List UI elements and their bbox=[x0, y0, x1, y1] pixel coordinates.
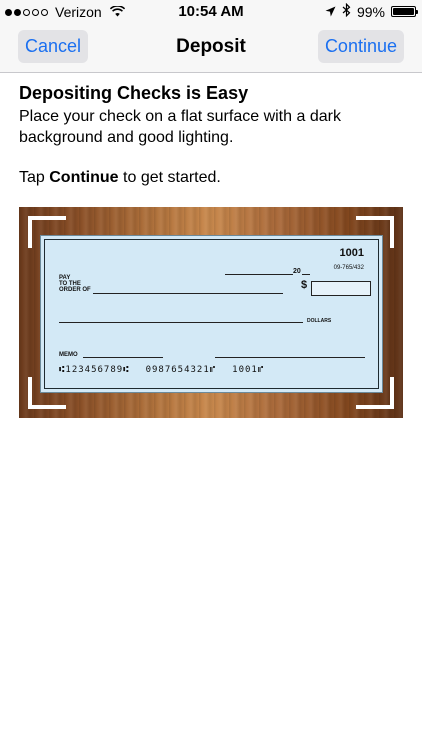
bluetooth-icon bbox=[342, 2, 351, 20]
check-illustration: 1001 09-765/432 20 PAY TO THE ORDER OF $… bbox=[19, 207, 403, 418]
instructions-section: Depositing Checks is Easy Place your che… bbox=[19, 82, 404, 188]
amount-words-line bbox=[59, 322, 303, 323]
micr-check-number: 1001⑈ bbox=[232, 365, 265, 375]
battery-icon bbox=[391, 6, 418, 17]
date-year-line bbox=[302, 274, 310, 275]
memo-line bbox=[83, 357, 163, 358]
pay-to-line: ORDER OF bbox=[59, 287, 91, 293]
date-line bbox=[225, 274, 293, 275]
dollar-sign: $ bbox=[301, 279, 308, 291]
pay-to-label: PAY TO THE ORDER OF bbox=[59, 275, 91, 293]
dollars-label: DOLLARS bbox=[307, 318, 332, 324]
check-routing-fraction: 09-765/432 bbox=[333, 265, 364, 271]
memo-label: MEMO bbox=[59, 352, 78, 358]
amount-box bbox=[311, 281, 371, 296]
tap-bold-continue: Continue bbox=[49, 169, 119, 186]
continue-button[interactable]: Continue bbox=[317, 30, 404, 63]
micr-routing: ⑆123456789⑆ bbox=[59, 365, 130, 375]
section-heading: Depositing Checks is Easy bbox=[19, 83, 249, 103]
micr-account: 0987654321⑈ bbox=[145, 365, 217, 375]
battery-percent: 99% bbox=[356, 3, 385, 20]
status-right: 99% bbox=[325, 2, 418, 20]
signature-line bbox=[215, 357, 365, 358]
tap-continue-text: Tap Continue to get started. bbox=[19, 167, 404, 188]
payee-line bbox=[93, 293, 283, 294]
check-border: 1001 09-765/432 20 PAY TO THE ORDER OF $… bbox=[44, 239, 379, 389]
tap-suffix: to get started. bbox=[118, 169, 221, 186]
micr-line: ⑆123456789⑆ 0987654321⑈ 1001⑈ bbox=[59, 365, 280, 375]
sample-check: 1001 09-765/432 20 PAY TO THE ORDER OF $… bbox=[40, 235, 383, 393]
battery-fill bbox=[393, 8, 414, 15]
tap-prefix: Tap bbox=[19, 169, 50, 186]
status-bar: Verizon 10:54 AM 99% bbox=[0, 0, 422, 24]
location-arrow-icon bbox=[325, 4, 336, 20]
instructions-text: Place your check on a flat surface with … bbox=[19, 108, 341, 146]
check-year-prefix: 20 bbox=[293, 268, 301, 275]
check-number: 1001 bbox=[339, 247, 364, 259]
navigation-bar: Cancel Deposit Continue bbox=[0, 24, 422, 73]
